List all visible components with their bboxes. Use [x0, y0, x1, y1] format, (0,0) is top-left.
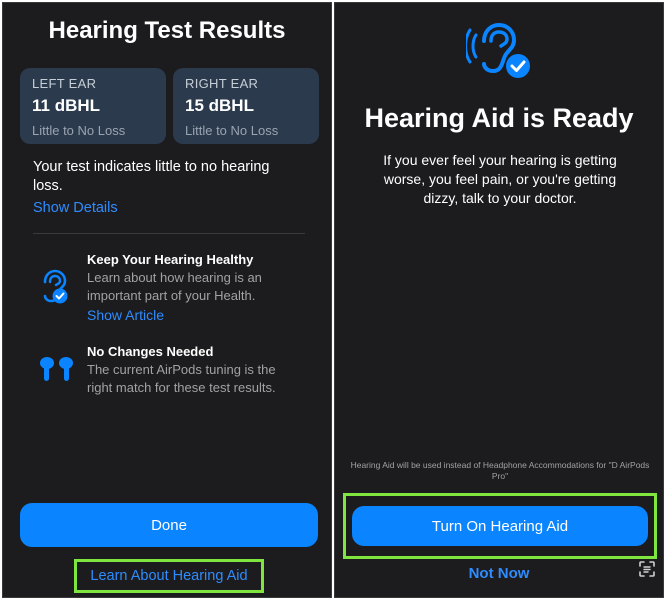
live-text-scan-icon[interactable] — [637, 559, 657, 579]
right-ear-label: RIGHT EAR — [185, 76, 259, 91]
tip-body: The current AirPods tuning is the right … — [87, 362, 276, 395]
right-ear-status: Little to No Loss — [185, 123, 279, 138]
done-button[interactable]: Done — [20, 503, 318, 547]
airpods-icon — [40, 357, 73, 381]
learn-about-hearing-aid-link[interactable]: Learn About Hearing Aid — [74, 559, 264, 593]
highlight-frame: Turn On Hearing Aid — [343, 493, 657, 559]
right-ear-value: 15 dBHL — [185, 96, 254, 115]
divider — [33, 233, 305, 234]
left-ear-label: LEFT EAR — [32, 76, 97, 91]
tip-no-changes-needed: No Changes Needed The current AirPods tu… — [87, 344, 302, 397]
left-ear-value: 11 dBHL — [32, 96, 101, 115]
not-now-button[interactable]: Not Now — [335, 565, 663, 582]
ear-check-icon — [43, 269, 68, 304]
tip-title: Keep Your Hearing Healthy — [87, 252, 254, 267]
turn-on-hearing-aid-button[interactable]: Turn On Hearing Aid — [352, 506, 648, 546]
left-ear-card: LEFT EAR 11 dBHL Little to No Loss — [20, 68, 166, 144]
left-ear-status: Little to No Loss — [32, 123, 126, 138]
hearing-test-results-screen: Hearing Test Results LEFT EAR 11 dBHL Li… — [2, 2, 332, 598]
show-details-link[interactable]: Show Details — [33, 200, 118, 216]
test-summary: Your test indicates little to no hearing… — [33, 159, 270, 194]
hearing-aid-check-icon — [466, 22, 530, 78]
tip-title: No Changes Needed — [87, 344, 214, 359]
health-warning-text: If you ever feel your hearing is getting… — [383, 152, 617, 206]
hearing-aid-ready-screen: Hearing Aid is Ready If you ever feel yo… — [334, 2, 664, 598]
show-article-link[interactable]: Show Article — [87, 307, 302, 323]
page-title: Hearing Test Results — [48, 17, 286, 44]
accommodations-footnote: Hearing Aid will be used instead of Head… — [350, 460, 650, 481]
right-ear-card: RIGHT EAR 15 dBHL Little to No Loss — [173, 68, 319, 144]
page-title: Hearing Aid is Ready — [364, 103, 634, 133]
tip-keep-hearing-healthy: Keep Your Hearing Healthy Learn about ho… — [87, 252, 302, 323]
tip-body: Learn about how hearing is an important … — [87, 270, 262, 303]
